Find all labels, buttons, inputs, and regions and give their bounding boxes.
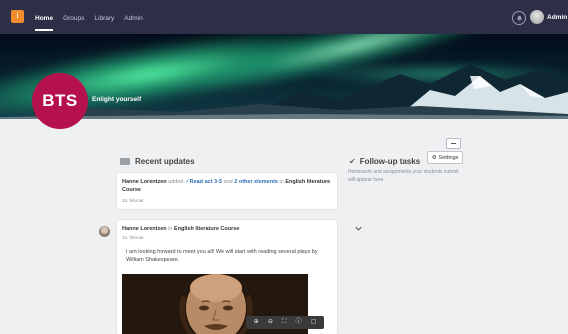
post-course-link[interactable]: English literature Course [174, 226, 239, 232]
user-menu[interactable]: Admin [530, 10, 567, 24]
top-navigation: i Home Groups Library Admin Admin [0, 0, 568, 34]
nav-item-home[interactable]: Home [30, 0, 58, 34]
post-expand-icon [355, 226, 362, 231]
bell-icon [516, 15, 522, 22]
followup-empty-text: Homework and assignments your students s… [348, 169, 459, 183]
newsfeed-icon [120, 158, 130, 165]
update-item-link[interactable]: ✓Read act 3-5 [185, 179, 222, 185]
post-date: 15. februar [122, 235, 144, 240]
organization-logo: BTS [32, 73, 88, 129]
update-date: 15. februar [122, 198, 144, 203]
user-avatar [530, 10, 544, 24]
itslearning-logo[interactable]: i [11, 10, 24, 23]
post-body: I am looking forward to meet you all! We… [126, 249, 318, 263]
recent-updates-title: Recent updates [135, 157, 195, 166]
zoom-in-icon[interactable]: ⊕ [254, 316, 259, 329]
followup-header: ✔ Follow-up tasks [349, 157, 420, 166]
post-author-avatar[interactable] [99, 226, 110, 237]
settings-label: Settings [438, 154, 459, 161]
notifications-bell-icon[interactable] [512, 11, 526, 25]
main-nav: Home Groups Library Admin [30, 0, 148, 34]
recent-updates-header: Recent updates [120, 157, 195, 166]
checkmark-icon: ✔ [349, 157, 356, 166]
followup-settings-button[interactable]: ⚙ Settings [427, 151, 463, 164]
zoom-out-icon[interactable]: ⊖ [268, 316, 273, 329]
user-name: Admin [547, 13, 568, 21]
info-icon[interactable]: ⓘ [295, 316, 301, 329]
image-toolbar: ⊕ ⊖ ⛶ ⓘ ▢ [246, 316, 324, 329]
page-options-button[interactable] [446, 138, 461, 149]
update-others-link[interactable]: 2 other elements [234, 179, 278, 185]
nav-item-groups[interactable]: Groups [58, 0, 89, 34]
update-verb: added [168, 179, 184, 185]
update-and: and [223, 179, 233, 185]
update-card: Hanne Lorentzen added ✓Read act 3-5 and … [117, 173, 337, 209]
gear-icon: ⚙ [431, 154, 437, 161]
update-item-label: Read act 3-5 [189, 179, 222, 185]
post-in: in [168, 226, 173, 232]
more-options-icon [451, 143, 456, 144]
update-user[interactable]: Hanne Lorentzen [122, 179, 167, 185]
nav-item-admin[interactable]: Admin [119, 0, 147, 34]
banner-slogan: Enlight yourself [92, 96, 142, 103]
update-in: in [279, 179, 284, 185]
fullscreen-icon[interactable]: ⛶ [282, 316, 286, 329]
chevron-down-icon[interactable] [355, 226, 362, 233]
post-user[interactable]: Hanne Lorentzen [122, 226, 167, 232]
post-header: Hanne Lorentzen in English literature Co… [122, 225, 239, 233]
update-text: Hanne Lorentzen added ✓Read act 3-5 and … [122, 178, 334, 194]
comment-icon[interactable]: ▢ [311, 316, 317, 329]
followup-title: Follow-up tasks [359, 157, 421, 166]
nav-item-library[interactable]: Library [89, 0, 119, 34]
